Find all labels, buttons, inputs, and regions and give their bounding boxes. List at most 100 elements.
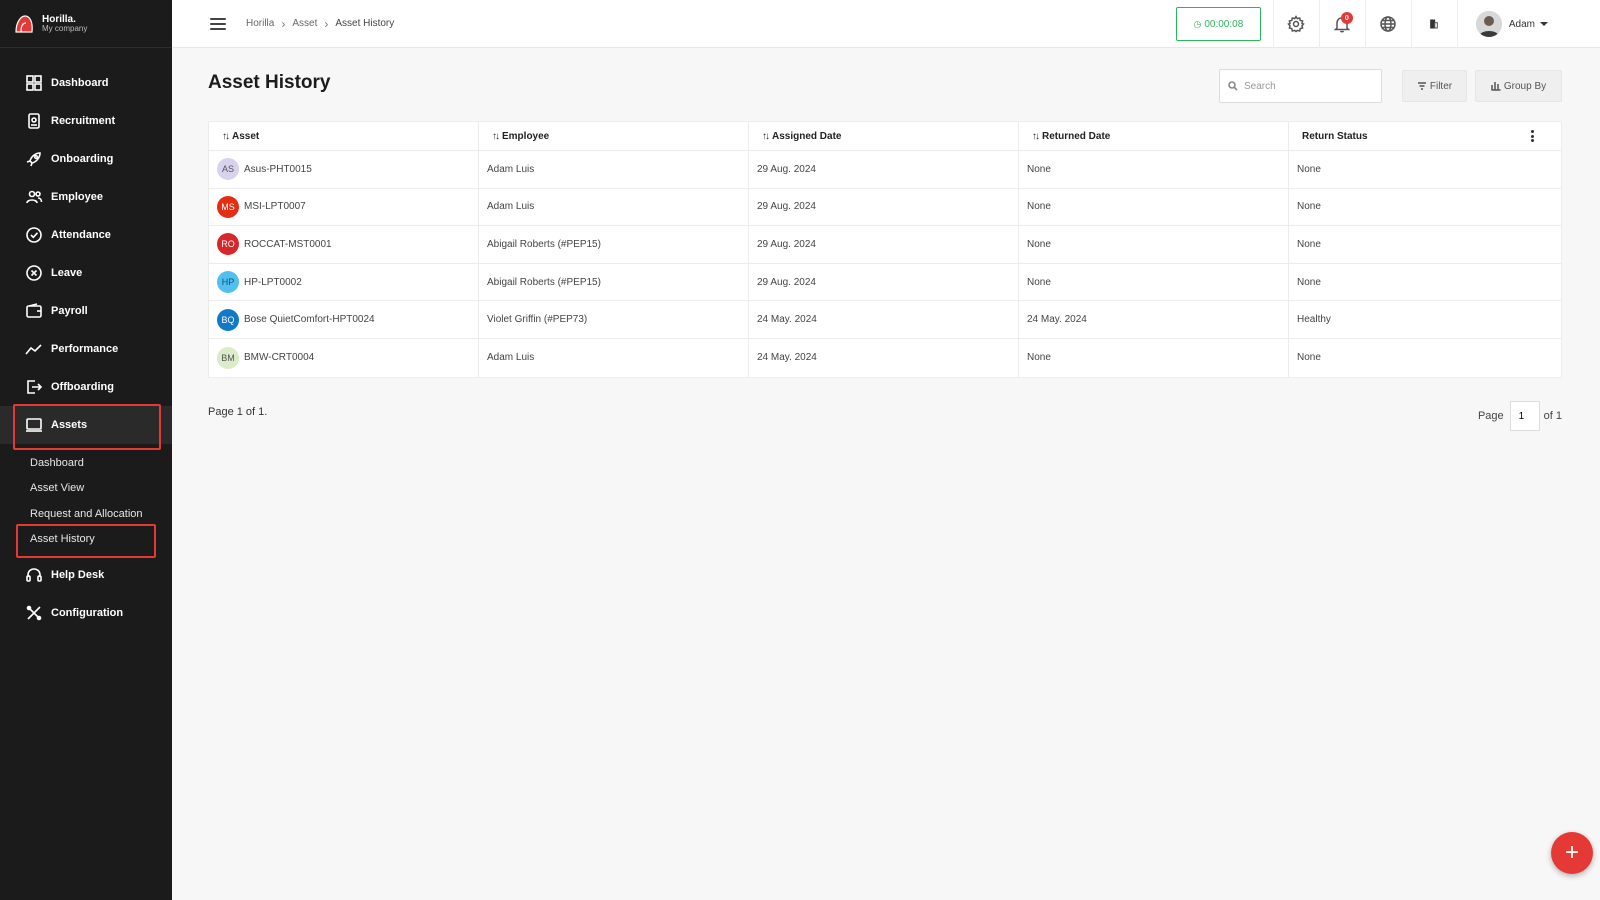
- asset-name: MSI-LPT0007: [244, 201, 306, 213]
- sidebar-item-payroll[interactable]: Payroll: [0, 292, 172, 330]
- menu-toggle-icon[interactable]: [210, 17, 226, 30]
- page-number-input[interactable]: [1509, 401, 1540, 431]
- add-button[interactable]: +: [1551, 832, 1593, 874]
- table-body: AS Asus-PHT0015 Adam Luis 29 Aug. 2024 None N…: [209, 151, 1561, 377]
- subnav-item-asset-history[interactable]: Asset History: [0, 523, 172, 557]
- x-circle-icon: [25, 264, 43, 282]
- cell-return-status: None: [1297, 163, 1321, 175]
- cell-employee: Abigail Roberts (#PEP15): [479, 226, 749, 263]
- column-options-icon[interactable]: [1531, 130, 1535, 142]
- search-box[interactable]: [1219, 69, 1382, 103]
- column-label: Asset: [232, 130, 260, 142]
- column-label: Employee: [502, 130, 550, 142]
- cell-returned-date: None: [1019, 226, 1289, 263]
- sort-icon: ↑↓: [1032, 130, 1040, 142]
- sidebar-item-recruitment[interactable]: Recruitment: [0, 102, 172, 140]
- notification-badge: 0: [1340, 12, 1353, 24]
- table-row[interactable]: HP HP-LPT0002 Abigail Roberts (#PEP15) 29 A…: [209, 263, 1561, 302]
- timer-value: 00:00:08: [1204, 18, 1244, 30]
- sidebar-item-attendance[interactable]: Attendance: [0, 216, 172, 254]
- sort-icon: ↑↓: [222, 130, 230, 142]
- column-label: Returned Date: [1042, 130, 1111, 142]
- asset-avatar: BQ: [217, 308, 239, 331]
- avatar: [1475, 11, 1502, 37]
- subnav-item-asset-view[interactable]: Asset View: [0, 476, 172, 502]
- subnav-item-request-allocation[interactable]: Request and Allocation: [0, 501, 172, 527]
- asset-history-table: ↑↓ Asset ↑↓ Employee ↑↓ Assigned Date ↑↓ Ret…: [208, 121, 1562, 378]
- sidebar-item-employee[interactable]: Employee: [0, 178, 172, 216]
- filter-label: Filter: [1429, 80, 1453, 92]
- sidebar: Horilla. My company Dashboard Recruitmen…: [0, 0, 172, 900]
- subnav-item-dashboard[interactable]: Dashboard: [0, 450, 172, 476]
- breadcrumb: Horilla › Asset › Asset History: [246, 17, 394, 31]
- cell-return-status: None: [1297, 276, 1321, 288]
- globe-icon: [1380, 16, 1397, 32]
- group-icon: [1491, 82, 1501, 91]
- sidebar-item-label: Attendance: [51, 229, 111, 241]
- asset-avatar: HP: [217, 271, 239, 294]
- sidebar-item-assets[interactable]: Assets: [0, 404, 172, 450]
- cell-return-status: None: [1297, 238, 1321, 250]
- column-label: Return Status: [1302, 130, 1368, 142]
- assets-submenu: Dashboard Asset View Request and Allocat…: [0, 444, 172, 557]
- settings-button[interactable]: [1272, 0, 1319, 48]
- cell-returned-date: None: [1019, 188, 1289, 226]
- exit-icon: [25, 378, 43, 396]
- wallet-icon: [25, 302, 43, 320]
- building-icon: [1430, 19, 1439, 29]
- table-row[interactable]: RO ROCCAT-MST0001 Abigail Roberts (#PEP15)…: [209, 226, 1561, 264]
- sidebar-item-performance[interactable]: Performance: [0, 330, 172, 368]
- sort-icon: ↑↓: [492, 130, 500, 142]
- sidebar-item-label: Dashboard: [51, 77, 109, 89]
- tools-icon: [25, 604, 43, 622]
- cell-assigned-date: 24 May. 2024: [749, 338, 1019, 377]
- sidebar-item-label: Assets: [51, 419, 88, 431]
- cell-assigned-date: 29 Aug. 2024: [749, 188, 1019, 226]
- column-employee[interactable]: ↑↓ Employee: [479, 122, 749, 150]
- cell-employee: Abigail Roberts (#PEP15): [479, 263, 749, 301]
- sidebar-item-help-desk[interactable]: Help Desk: [0, 556, 172, 594]
- headset-icon: [25, 566, 43, 584]
- cell-returned-date: None: [1019, 151, 1289, 188]
- cell-assigned-date: 29 Aug. 2024: [749, 263, 1019, 301]
- group-by-label: Group By: [1503, 80, 1547, 92]
- trend-icon: [25, 340, 43, 358]
- breadcrumb-asset[interactable]: Asset: [292, 18, 317, 29]
- column-assigned-date[interactable]: ↑↓ Assigned Date: [749, 122, 1019, 150]
- sidebar-item-onboarding[interactable]: Onboarding: [0, 140, 172, 178]
- sidebar-item-offboarding[interactable]: Offboarding: [0, 368, 172, 406]
- notifications-button[interactable]: 0: [1318, 0, 1365, 48]
- sidebar-item-label: Help Desk: [51, 569, 105, 581]
- sidebar-item-configuration[interactable]: Configuration: [0, 594, 172, 632]
- brand[interactable]: Horilla. My company: [0, 0, 172, 48]
- laptop-icon: [25, 416, 43, 434]
- cell-employee: Violet Griffin (#PEP73): [479, 301, 749, 338]
- sidebar-nav: Dashboard Recruitment Onboarding Employe…: [0, 64, 172, 632]
- breadcrumb-home[interactable]: Horilla: [246, 18, 274, 29]
- user-menu[interactable]: Adam: [1456, 0, 1600, 48]
- column-asset[interactable]: ↑↓ Asset: [209, 122, 479, 150]
- column-returned-date[interactable]: ↑↓ Returned Date: [1019, 122, 1289, 150]
- cell-assigned-date: 29 Aug. 2024: [749, 226, 1019, 263]
- table-row[interactable]: AS Asus-PHT0015 Adam Luis 29 Aug. 2024 None N…: [209, 151, 1561, 189]
- search-input[interactable]: [1244, 80, 1374, 92]
- asset-name: Asus-PHT0015: [244, 163, 312, 175]
- sidebar-item-label: Employee: [51, 191, 103, 203]
- table-row[interactable]: BM BMW-CRT0004 Adam Luis 24 May. 2024 None No…: [209, 338, 1561, 377]
- asset-avatar: RO: [217, 233, 239, 256]
- cell-asset: MS MSI-LPT0007: [209, 188, 479, 226]
- sidebar-item-leave[interactable]: Leave: [0, 254, 172, 292]
- attendance-timer[interactable]: ◷ 00:00:08: [1175, 7, 1261, 41]
- gear-icon: [1287, 15, 1306, 33]
- language-button[interactable]: [1364, 0, 1411, 48]
- group-by-button[interactable]: Group By: [1475, 70, 1562, 102]
- table-row[interactable]: BQ Bose QuietComfort-HPT0024 Violet Griffi…: [209, 301, 1561, 339]
- topbar: Horilla › Asset › Asset History ◷ 00:00:…: [172, 0, 1600, 48]
- asset-name: Bose QuietComfort-HPT0024: [244, 314, 375, 326]
- company-switch-button[interactable]: [1410, 0, 1457, 48]
- sidebar-item-dashboard[interactable]: Dashboard: [0, 64, 172, 102]
- table-row[interactable]: MS MSI-LPT0007 Adam Luis 29 Aug. 2024 None No…: [209, 188, 1561, 227]
- cell-returned-date: None: [1019, 263, 1289, 301]
- cell-returned-date: 24 May. 2024: [1019, 301, 1289, 338]
- filter-button[interactable]: Filter: [1402, 70, 1467, 102]
